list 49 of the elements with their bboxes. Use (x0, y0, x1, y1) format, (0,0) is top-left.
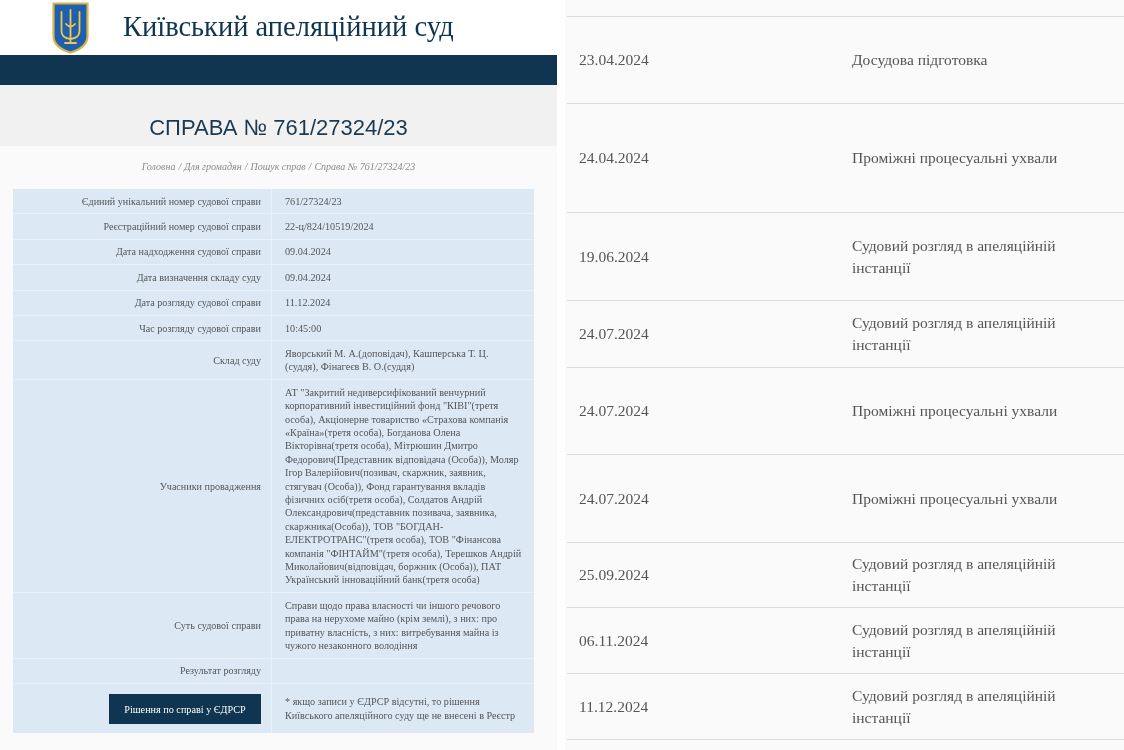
field-label: Суть судової справи (174, 618, 261, 633)
registry-note: * якщо записи у ЄДРСР відсутні, то рішення Київського апеляційного суду ще не внесені в Реєстр (285, 695, 517, 723)
stage-date: 25.09.2024 (579, 565, 649, 585)
stage-date: 24.07.2024 (579, 324, 649, 344)
field-value: Яворський М. А.(доповідач), Кашперська Т. Ц. (суддя), Фінагеєв В. О.(суддя) (285, 346, 490, 374)
stage-name: Досудова підготовка (852, 50, 988, 70)
stage-date: 11.12.2024 (579, 696, 649, 717)
field-label: Дата розгляду судової справи (134, 296, 261, 310)
stage-date: 19.06.2024 (579, 246, 649, 267)
stage-date: 06.11.2024 (579, 630, 649, 651)
stage-name: Судовий розгляд в апеляційній інстанції (852, 313, 1057, 355)
field-label: Реєстраційний номер судової справи (103, 219, 261, 234)
stage-name: Судовий розгляд в апеляційній інстанції (852, 685, 1057, 728)
field-value: 09.04.2024 (285, 245, 331, 259)
breadcrumb-link[interactable]: Для громадян (184, 160, 242, 189)
breadcrumb-separator: / (308, 160, 312, 174)
breadcrumb-separator: / (244, 160, 248, 174)
breadcrumb-separator: / (178, 160, 182, 174)
stage-name: Проміжні процесуальні ухвали (852, 488, 1058, 509)
coat-of-arms-logo (52, 1, 89, 54)
stage-name: Судовий розгляд в апеляційній інстанції (852, 554, 1057, 596)
field-value: Справи щодо права власності чи іншого речового права на нерухоме майно (крім землі), з них: про приватну власність, з них: витребування майна із чужого незаконного володіння (285, 598, 502, 653)
field-value: 10:45:00 (285, 321, 322, 335)
stage-name: Проміжні процесуальні ухвали (852, 148, 1058, 168)
registry-decisions-button[interactable]: Рішення по справі у ЄДРСР (109, 694, 261, 725)
field-label: Учасники провадження (159, 479, 261, 493)
field-value: 761/27324/23 (285, 194, 342, 208)
field-label: Єдиний унікальний номер судової справи (81, 194, 261, 208)
breadcrumb-link[interactable]: Головна (141, 160, 176, 189)
field-value: АТ "Закритий недиверсифікований венчурний корпоративний інвестиційний фонд "КІВІ"(третя особа), Акціонерне товариство «Страхова компанія «Країна»(третя особа), Богданова Олена Вікторівна(третя особа), Мітрюшин Дмитро Федорович(Представник відповідача (Особа)), Моляр Ігор Валерійович(позивач, скаржник, заявник, стягувач (Особа)), Фонд гарантування вкладів фізичних осіб(третя особа), Солдатов Андрій Олександрович(представник позивача, заявника, скаржника(Особа)), ТОВ "БОГДАН-ЕЛЕКТРОТРАНС"(третя особа), ТОВ "Фінансова компанія "ФІНТАЙМ"(третя особа), Терешков Андрій Миколайович(відповідач, боржник (Особа)), ПАТ Український інноваційний банк(третя особа) (285, 385, 522, 587)
field-value: 22-ц/824/10519/2024 (285, 219, 374, 234)
stage-date: 24.07.2024 (579, 401, 649, 421)
field-value: 09.04.2024 (285, 270, 331, 285)
field-value: 11.12.2024 (285, 296, 331, 310)
site-title: Київський апеляційний суд (123, 13, 454, 42)
case-heading: СПРАВА № 761/27324/23 (148, 114, 409, 142)
field-label: Дата визначення складу суду (136, 270, 261, 285)
stage-name: Судовий розгляд в апеляційній інстанції (852, 235, 1057, 278)
stage-date: 24.04.2024 (579, 148, 649, 168)
breadcrumb-link[interactable]: Пошук справ (250, 160, 306, 189)
field-label: Час розгляду судової справи (139, 321, 261, 335)
stage-name: Проміжні процесуальні ухвали (852, 401, 1058, 421)
breadcrumb-link[interactable]: Справа № 761/27324/23 (314, 160, 416, 189)
stage-date: 24.07.2024 (579, 488, 649, 509)
field-label: Склад суду (213, 353, 261, 368)
stage-name: Судовий розгляд в апеляційній інстанції (852, 619, 1057, 662)
field-label: Дата надходження судової справи (115, 245, 261, 259)
stage-date: 23.04.2024 (579, 50, 649, 70)
field-label: Результат розгляду (180, 664, 261, 678)
